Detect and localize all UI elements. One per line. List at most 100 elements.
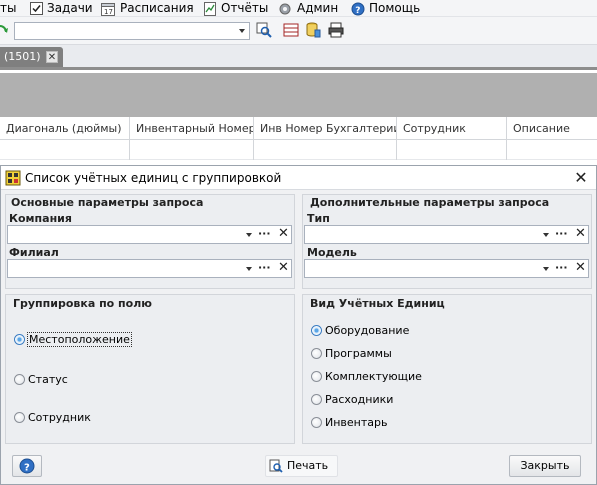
unit-kind-option-label: Комплектующие — [325, 370, 422, 383]
close-icon[interactable]: ✕ — [46, 51, 58, 63]
unit-kind-option-software[interactable]: Программы — [311, 346, 511, 362]
svg-text:?: ? — [355, 6, 360, 16]
radio-button[interactable] — [14, 374, 25, 385]
chevron-down-icon[interactable] — [543, 267, 549, 271]
grouping-option-status[interactable]: Статус — [14, 372, 214, 388]
table-cell — [0, 140, 130, 160]
model-label: Модель — [307, 246, 357, 259]
unit-kind-panel: Вид Учётных Единиц Оборудование Программ… — [302, 294, 592, 444]
toolbar-combo[interactable] — [14, 22, 250, 40]
radio-button[interactable] — [311, 394, 322, 405]
extra-params-panel: Дополнительные параметры запроса Тип ···… — [302, 194, 592, 289]
grouped-list-dialog: Список учётных единиц с группировкой ✕ О… — [0, 165, 597, 485]
calendar-icon: 17 — [101, 2, 115, 16]
unit-kind-option-label: Оборудование — [325, 324, 410, 337]
toolbar — [0, 17, 597, 45]
grouping-option-label: Местоположение — [27, 332, 132, 347]
document-tab-label: (1501) — [4, 50, 41, 63]
unit-kind-option-label: Программы — [325, 347, 392, 360]
menu-item-help[interactable]: Помощь — [369, 0, 420, 16]
ellipsis-icon[interactable]: ··· — [555, 226, 568, 241]
branch-label: Филиал — [9, 246, 59, 259]
table-cell — [254, 140, 397, 160]
column-header-description[interactable]: Описание — [507, 117, 597, 140]
radio-button[interactable] — [311, 417, 322, 428]
ellipsis-icon[interactable]: ··· — [555, 260, 568, 275]
menu-item-schedules[interactable]: Расписания — [120, 0, 194, 16]
main-params-title: Основные параметры запроса — [11, 196, 204, 209]
print-preview-icon[interactable] — [328, 22, 344, 38]
document-tab-strip: (1501) ✕ — [0, 45, 597, 70]
svg-text:?: ? — [24, 463, 30, 474]
chevron-down-icon[interactable] — [246, 267, 252, 271]
column-header-accounting-number[interactable]: Инв Номер Бухгалтерии — [254, 117, 397, 140]
checkbox-icon — [30, 2, 43, 15]
ellipsis-icon[interactable]: ··· — [258, 226, 271, 241]
help-button[interactable]: ? — [12, 455, 42, 477]
table-row[interactable] — [0, 140, 597, 160]
close-button[interactable]: Закрыть — [509, 455, 581, 477]
table-icon[interactable] — [283, 22, 299, 38]
unit-kind-title: Вид Учётных Единиц — [310, 297, 445, 310]
model-field[interactable]: ··· ✕ — [304, 259, 589, 278]
ellipsis-icon[interactable]: ··· — [258, 260, 271, 275]
clear-icon[interactable]: ✕ — [278, 260, 289, 276]
print-button-label: Печать — [287, 459, 329, 472]
column-header-employee[interactable]: Сотрудник — [397, 117, 507, 140]
unit-kind-option-components[interactable]: Комплектующие — [311, 369, 511, 385]
table-cell — [397, 140, 507, 160]
column-header-diagonal[interactable]: Диагональ (дюймы) — [0, 117, 130, 140]
clear-icon[interactable]: ✕ — [575, 260, 586, 276]
radio-button[interactable] — [311, 348, 322, 359]
grid-group-panel — [0, 73, 597, 117]
report-icon — [203, 2, 216, 16]
menu-bar: ты Задачи 17 Расписания Отчёты Админ ? П… — [0, 0, 597, 17]
clear-icon[interactable]: ✕ — [575, 226, 586, 242]
radio-button[interactable] — [311, 371, 322, 382]
radio-button[interactable] — [14, 412, 25, 423]
database-icon[interactable] — [305, 22, 321, 38]
unit-kind-option-label: Инвентарь — [325, 416, 388, 429]
unit-kind-option-label: Расходники — [325, 393, 394, 406]
help-icon: ? — [19, 458, 35, 474]
branch-field[interactable]: ··· ✕ — [7, 259, 292, 278]
print-button[interactable]: Печать — [265, 455, 338, 477]
grouping-option-label: Сотрудник — [28, 411, 91, 424]
svg-text:17: 17 — [104, 8, 113, 16]
grouping-option-label: Статус — [28, 373, 68, 386]
radio-button[interactable] — [311, 325, 322, 336]
clear-icon[interactable]: ✕ — [278, 226, 289, 242]
gear-icon — [278, 2, 291, 15]
menu-item-admin[interactable]: Админ — [297, 0, 338, 16]
close-icon[interactable]: ✕ — [571, 168, 591, 188]
dialog-title: Список учётных единиц с группировкой — [25, 171, 282, 185]
grouping-panel: Группировка по полю Местоположение Стату… — [5, 294, 295, 444]
app-icon — [5, 170, 21, 186]
type-label: Тип — [307, 212, 330, 225]
type-field[interactable]: ··· ✕ — [304, 225, 589, 244]
main-params-panel: Основные параметры запроса Компания ··· … — [5, 194, 295, 289]
column-header-inventory-number[interactable]: Инвентарный Номер — [130, 117, 254, 140]
grid-column-header: Диагональ (дюймы) Инвентарный Номер Инв … — [0, 117, 597, 140]
menu-item-tasks[interactable]: Задачи — [47, 0, 93, 16]
grouping-option-location[interactable]: Местоположение — [14, 332, 214, 348]
unit-kind-option-consumables[interactable]: Расходники — [311, 392, 511, 408]
document-tab[interactable]: (1501) ✕ — [0, 47, 63, 67]
chevron-down-icon[interactable] — [246, 233, 252, 237]
grouping-option-employee[interactable]: Сотрудник — [14, 410, 214, 426]
extra-params-title: Дополнительные параметры запроса — [310, 196, 550, 209]
print-preview-icon — [269, 459, 283, 480]
help-icon: ? — [351, 2, 365, 16]
company-field[interactable]: ··· ✕ — [7, 225, 292, 244]
unit-kind-option-equipment[interactable]: Оборудование — [311, 323, 511, 339]
chevron-down-icon — [239, 29, 245, 33]
dialog-title-bar: Список учётных единиц с группировкой ✕ — [1, 166, 596, 190]
menu-item-reports[interactable]: Отчёты — [221, 0, 268, 16]
search-icon[interactable] — [256, 22, 272, 38]
grouping-title: Группировка по полю — [13, 297, 152, 310]
refresh-icon[interactable] — [0, 22, 8, 38]
menu-item-reports-partial[interactable]: ты — [0, 0, 16, 16]
unit-kind-option-inventory[interactable]: Инвентарь — [311, 415, 511, 431]
radio-button[interactable] — [14, 334, 25, 345]
chevron-down-icon[interactable] — [543, 233, 549, 237]
